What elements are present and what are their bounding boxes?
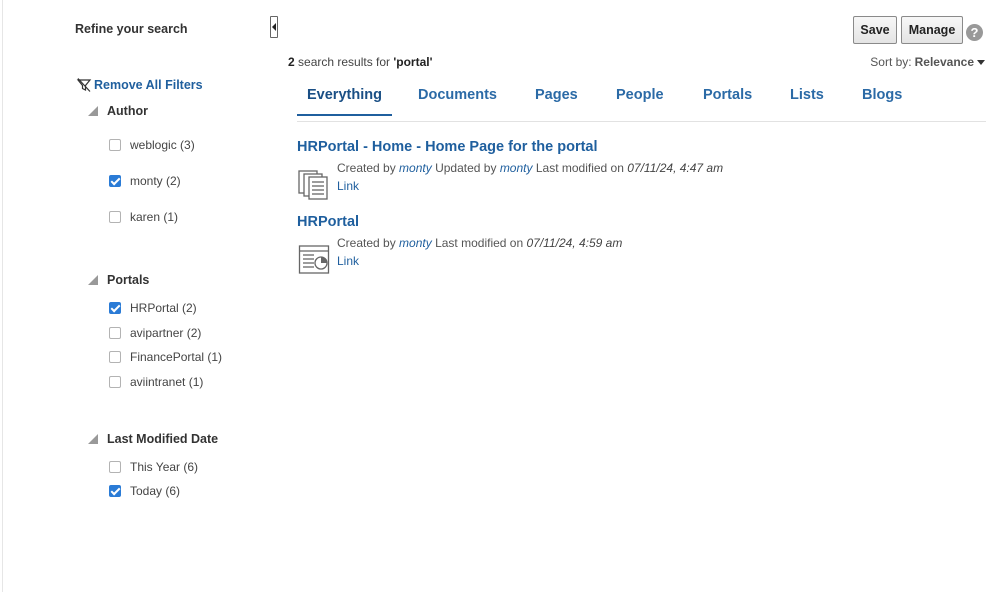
help-icon[interactable]: ? [966,24,983,41]
filter-option-aviintranet[interactable]: aviintranet (1) [109,375,203,389]
modified-date: 07/11/24, 4:59 am [526,236,623,250]
collapse-triangle-icon [88,275,98,285]
filter-option-label: HRPortal (2) [130,301,197,315]
filter-option-label: karen (1) [130,210,179,224]
facet-author-title: Author [107,104,148,118]
result-type-tabs: Everything Documents Pages People Portal… [297,82,986,122]
clear-filter-icon [76,78,92,92]
filter-option-label: Today (6) [130,484,181,498]
created-by-user-link[interactable]: monty [399,161,432,175]
updated-by-label: Updated by [435,161,497,175]
sort-by-dropdown[interactable]: Sort by: Relevance [870,55,985,69]
checkbox[interactable] [109,485,121,497]
filter-option-label: This Year (6) [130,460,199,474]
collapse-triangle-icon [88,434,98,444]
tab-documents[interactable]: Documents [408,87,507,114]
checkbox[interactable] [109,376,121,388]
filter-option-this-year[interactable]: This Year (6) [109,460,198,474]
result-link[interactable]: Link [337,254,359,268]
collapse-sidebar-button[interactable] [270,16,278,38]
sort-by-label: Sort by: [870,55,912,69]
filter-option-label: avipartner (2) [130,326,202,340]
result-title-link[interactable]: HRPortal - Home - Home Page for the port… [297,139,598,155]
results-text: search results for [294,55,394,69]
save-button[interactable]: Save [853,16,897,44]
updated-by-user-link[interactable]: monty [500,161,533,175]
filter-option-label: weblogic (3) [130,138,195,152]
tab-lists[interactable]: Lists [780,87,834,114]
chevron-down-icon [977,59,985,65]
result-meta: Created by monty Last modified on 07/11/… [337,236,622,250]
results-summary: 2 search results for 'portal' [288,55,432,69]
result-link[interactable]: Link [337,179,359,193]
filter-option-label: monty (2) [130,174,181,188]
filter-option-hrportal[interactable]: HRPortal (2) [109,301,197,315]
created-by-label: Created by [337,161,396,175]
facet-last-modified-toggle[interactable]: Last Modified Date [88,432,218,446]
result-title-link[interactable]: HRPortal [297,214,359,230]
filter-option-today[interactable]: Today (6) [109,484,180,498]
checkbox[interactable] [109,351,121,363]
remove-all-filters-link[interactable]: Remove All Filters [76,77,203,93]
filter-option-monty[interactable]: monty (2) [109,174,181,188]
tab-portals[interactable]: Portals [693,87,762,114]
modified-date: 07/11/24, 4:47 am [627,161,724,175]
checkbox[interactable] [109,461,121,473]
tab-everything[interactable]: Everything [297,87,392,116]
refine-title: Refine your search [75,22,188,36]
filter-option-avipartner[interactable]: avipartner (2) [109,326,201,340]
modified-label: Last modified on [435,236,524,250]
created-by-user-link[interactable]: monty [399,236,432,250]
checkbox[interactable] [109,139,121,151]
left-border [2,0,3,592]
portal-page-icon [298,245,330,274]
tab-people[interactable]: People [606,87,674,114]
checkbox[interactable] [109,327,121,339]
modified-label: Last modified on [535,161,624,175]
result-meta: Created by monty Updated by monty Last m… [337,161,723,175]
search-query: 'portal' [393,55,433,69]
tab-blogs[interactable]: Blogs [852,87,912,114]
manage-button[interactable]: Manage [901,16,963,44]
remove-all-filters-label: Remove All Filters [94,78,203,92]
chevron-left-icon [272,23,276,31]
created-by-label: Created by [337,236,396,250]
tab-pages[interactable]: Pages [525,87,588,114]
pages-stack-icon [298,170,328,200]
facet-portals-title: Portals [107,273,150,287]
filter-option-financeportal[interactable]: FinancePortal (1) [109,350,222,364]
facet-portals-toggle[interactable]: Portals [88,273,149,287]
facet-author-toggle[interactable]: Author [88,104,148,118]
filter-option-label: FinancePortal (1) [130,350,223,364]
sort-by-value: Relevance [914,55,974,69]
collapse-triangle-icon [88,106,98,116]
filter-option-weblogic[interactable]: weblogic (3) [109,138,195,152]
filter-option-label: aviintranet (1) [130,375,204,389]
filter-option-karen[interactable]: karen (1) [109,210,178,224]
checkbox[interactable] [109,211,121,223]
results-count: 2 [288,55,295,69]
facet-last-modified-title: Last Modified Date [107,432,219,446]
checkbox[interactable] [109,175,121,187]
checkbox[interactable] [109,302,121,314]
